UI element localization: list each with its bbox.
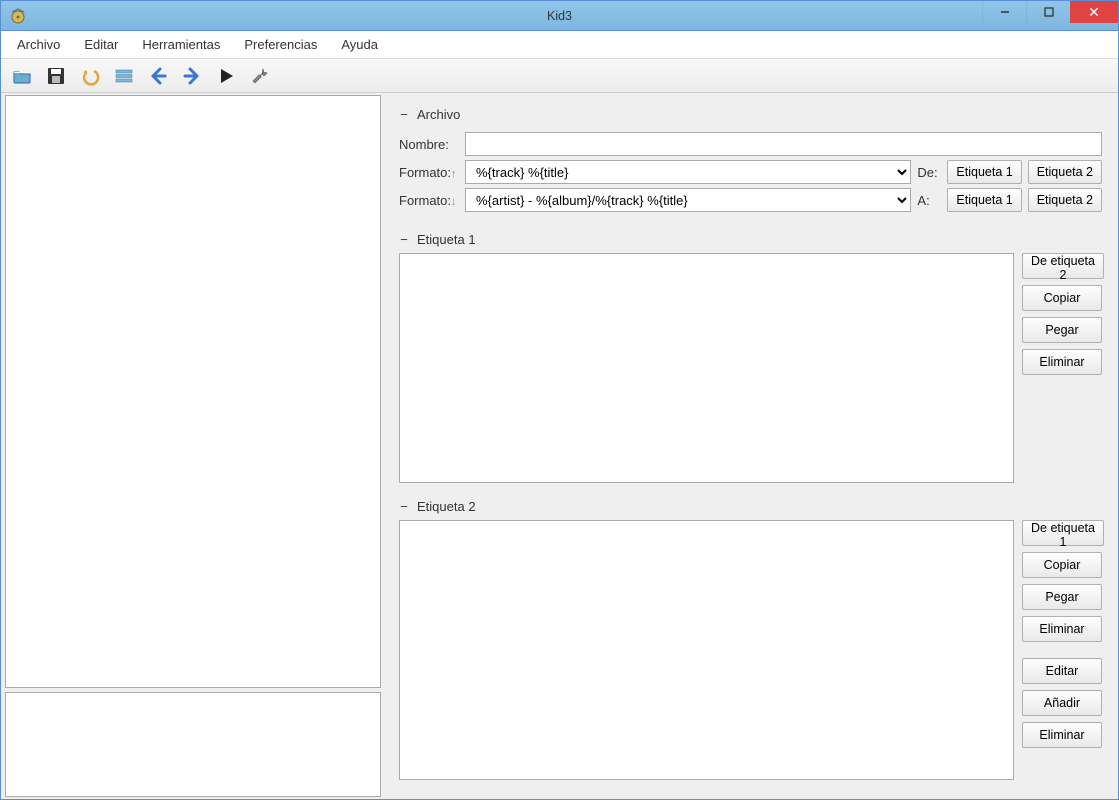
formato-down-combo[interactable]: %{artist} - %{album}/%{track} %{title}	[465, 188, 911, 212]
section-etiqueta1-header[interactable]: − Etiqueta 1	[399, 226, 1102, 253]
undo-icon	[79, 65, 101, 87]
menu-edit[interactable]: Editar	[72, 33, 130, 56]
collapse-icon: −	[399, 499, 409, 514]
to-etiqueta1-button[interactable]: Etiqueta 1	[947, 188, 1021, 212]
menu-help[interactable]: Ayuda	[329, 33, 390, 56]
window-controls: ✕	[982, 1, 1118, 30]
maximize-icon	[1044, 7, 1054, 17]
save-button[interactable]	[43, 63, 69, 89]
close-button[interactable]: ✕	[1070, 1, 1118, 23]
menu-tools[interactable]: Herramientas	[130, 33, 232, 56]
et2-from-tag1-button[interactable]: De etiqueta 1	[1022, 520, 1104, 546]
et2-delete-button[interactable]: Eliminar	[1022, 616, 1102, 642]
et2-add-button[interactable]: Añadir	[1022, 690, 1102, 716]
et1-copy-button[interactable]: Copiar	[1022, 285, 1102, 311]
minimize-button[interactable]	[982, 1, 1026, 23]
app-title: Kid3	[547, 9, 572, 23]
et1-paste-button[interactable]: Pegar	[1022, 317, 1102, 343]
etiqueta2-list[interactable]	[399, 520, 1014, 780]
etiqueta1-buttons: De etiqueta 2 Copiar Pegar Eliminar	[1022, 253, 1102, 483]
et1-delete-button[interactable]: Eliminar	[1022, 349, 1102, 375]
to-etiqueta2-button[interactable]: Etiqueta 2	[1028, 188, 1102, 212]
et2-copy-button[interactable]: Copiar	[1022, 552, 1102, 578]
arrow-down-icon: ↓	[451, 196, 457, 208]
next-button[interactable]	[179, 63, 205, 89]
arrow-up-icon: ↑	[451, 168, 457, 180]
toolbar	[1, 59, 1118, 93]
close-icon: ✕	[1088, 5, 1100, 19]
formato-up-combo[interactable]: %{track} %{title}	[465, 160, 911, 184]
arrow-left-icon	[147, 65, 169, 87]
et2-paste-button[interactable]: Pegar	[1022, 584, 1102, 610]
collapse-icon: −	[399, 107, 409, 122]
menubar: Archivo Editar Herramientas Preferencias…	[1, 31, 1118, 59]
file-tree-panel[interactable]	[5, 95, 381, 688]
section-archivo-header[interactable]: − Archivo	[399, 101, 1102, 128]
et2-delete2-button[interactable]: Eliminar	[1022, 722, 1102, 748]
wrench-icon	[249, 65, 271, 87]
to-label: A:	[917, 193, 941, 208]
arrow-right-icon	[181, 65, 203, 87]
maximize-button[interactable]	[1026, 1, 1070, 23]
row-nombre: Nombre:	[399, 132, 1102, 156]
titlebar: Kid3 ✕	[1, 1, 1118, 31]
app-window: Kid3 ✕ Archivo Editar Herramientas Prefe…	[0, 0, 1119, 800]
file-info-panel[interactable]	[5, 692, 381, 797]
collapse-icon: −	[399, 232, 409, 247]
row-formato-up: Formato:↑ %{track} %{title} De: Etiqueta…	[399, 160, 1102, 184]
et1-from-tag2-button[interactable]: De etiqueta 2	[1022, 253, 1104, 279]
section-etiqueta1-title: Etiqueta 1	[417, 232, 476, 247]
section-archivo-title: Archivo	[417, 107, 460, 122]
et2-edit-button[interactable]: Editar	[1022, 658, 1102, 684]
from-etiqueta1-button[interactable]: Etiqueta 1	[947, 160, 1021, 184]
select-all-icon	[113, 65, 135, 87]
etiqueta1-list[interactable]	[399, 253, 1014, 483]
from-etiqueta2-button[interactable]: Etiqueta 2	[1028, 160, 1102, 184]
menu-file[interactable]: Archivo	[5, 33, 72, 56]
app-icon	[9, 7, 27, 25]
revert-button[interactable]	[77, 63, 103, 89]
open-button[interactable]	[9, 63, 35, 89]
from-label: De:	[917, 165, 941, 180]
right-column[interactable]: − Archivo Nombre: Formato:↑ %{track} %{t…	[383, 93, 1118, 799]
save-icon	[45, 65, 67, 87]
left-column	[1, 93, 383, 799]
nombre-input[interactable]	[465, 132, 1102, 156]
etiqueta1-area: De etiqueta 2 Copiar Pegar Eliminar	[399, 253, 1102, 483]
folder-open-icon	[11, 65, 33, 87]
play-button[interactable]	[213, 63, 239, 89]
formato-up-label: Formato:↑	[399, 165, 459, 180]
settings-button[interactable]	[247, 63, 273, 89]
minimize-icon	[1000, 7, 1010, 17]
menu-preferences[interactable]: Preferencias	[232, 33, 329, 56]
nombre-label: Nombre:	[399, 137, 459, 152]
etiqueta2-buttons: De etiqueta 1 Copiar Pegar Eliminar Edit…	[1022, 520, 1102, 780]
play-icon	[215, 65, 237, 87]
right-content: − Archivo Nombre: Formato:↑ %{track} %{t…	[385, 95, 1116, 792]
section-etiqueta2-header[interactable]: − Etiqueta 2	[399, 493, 1102, 520]
prev-button[interactable]	[145, 63, 171, 89]
formato-down-label: Formato:↓	[399, 193, 459, 208]
row-formato-down: Formato:↓ %{artist} - %{album}/%{track} …	[399, 188, 1102, 212]
section-etiqueta2-title: Etiqueta 2	[417, 499, 476, 514]
select-all-button[interactable]	[111, 63, 137, 89]
etiqueta2-area: De etiqueta 1 Copiar Pegar Eliminar Edit…	[399, 520, 1102, 780]
main-area: − Archivo Nombre: Formato:↑ %{track} %{t…	[1, 93, 1118, 799]
